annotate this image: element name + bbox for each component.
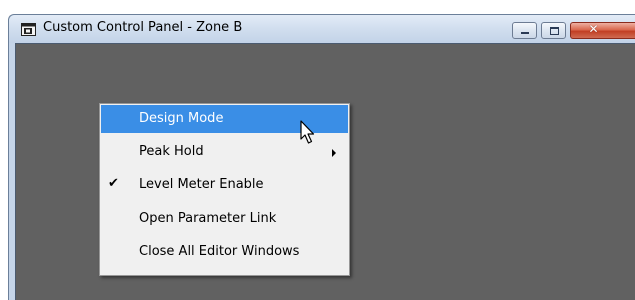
menu-item-label: Peak Hold xyxy=(139,144,204,159)
menu-item-level-meter-enable[interactable]: ✔ Level Meter Enable xyxy=(101,171,348,199)
maximize-button[interactable] xyxy=(541,22,566,39)
minimize-icon xyxy=(521,32,529,34)
menu-item-close-all-editor-windows[interactable]: Close All Editor Windows xyxy=(101,238,348,266)
maximize-icon xyxy=(550,27,559,35)
close-button[interactable]: ✕ xyxy=(570,22,635,39)
checkmark-icon: ✔ xyxy=(108,176,119,191)
minimize-button[interactable] xyxy=(512,22,537,39)
menu-item-label: Level Meter Enable xyxy=(139,177,264,192)
window-title: Custom Control Panel - Zone B xyxy=(43,20,243,35)
app-window-icon[interactable] xyxy=(21,23,36,36)
mouse-pointer-icon xyxy=(300,120,315,144)
menu-item-open-parameter-link[interactable]: Open Parameter Link xyxy=(101,205,348,233)
submenu-arrow-icon xyxy=(332,149,336,157)
menu-item-label: Design Mode xyxy=(139,111,224,126)
menu-item-label: Open Parameter Link xyxy=(139,211,277,226)
close-icon: ✕ xyxy=(588,22,599,36)
title-bar[interactable]: Custom Control Panel - Zone B ✕ xyxy=(9,15,635,43)
menu-item-label: Close All Editor Windows xyxy=(139,244,300,259)
